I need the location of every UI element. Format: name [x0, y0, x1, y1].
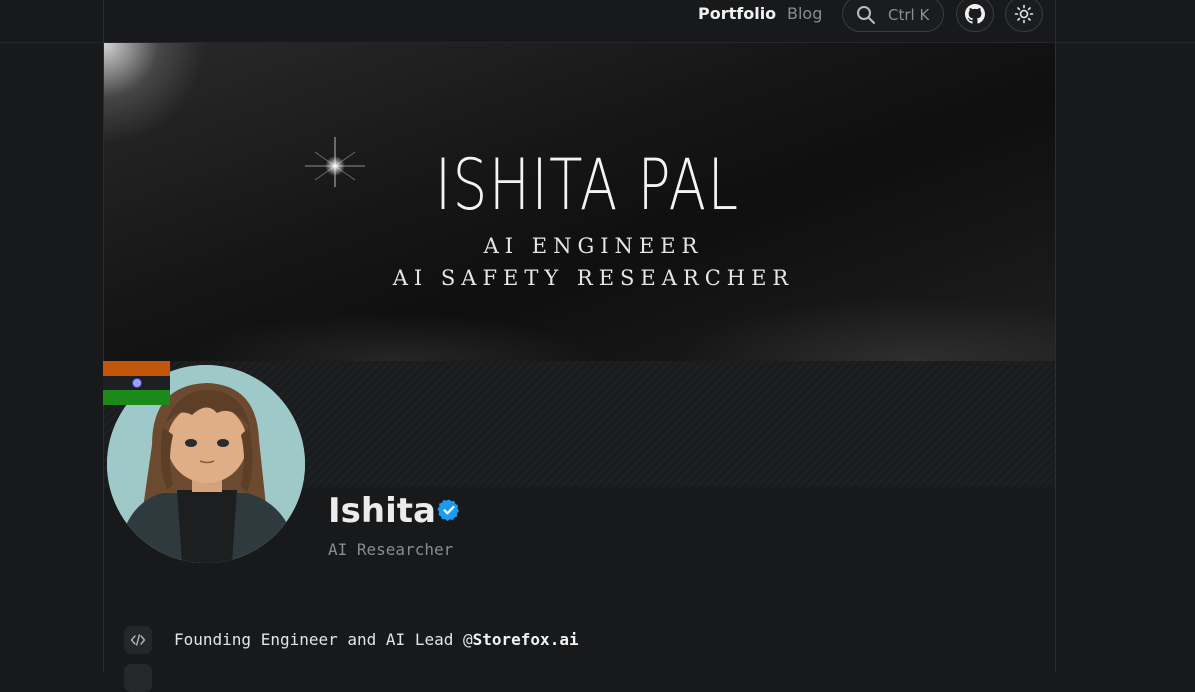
- profile-banner: ISHITA PAL AI ENGINEER AI SAFETY RESEARC…: [104, 43, 1055, 361]
- info-line-work: Founding Engineer and AI Lead @Storefox.…: [174, 630, 579, 650]
- search-icon: [857, 6, 875, 24]
- github-icon: [965, 4, 985, 24]
- theme-toggle-button[interactable]: [1005, 0, 1043, 32]
- chakra-icon: [132, 377, 142, 388]
- light-flare: [104, 43, 214, 153]
- github-button[interactable]: [956, 0, 994, 32]
- info-line-work-prefix: Founding Engineer and AI Lead @: [174, 630, 473, 649]
- banner-subtitle-1: AI ENGINEER: [483, 234, 704, 258]
- company-link[interactable]: Storefox.ai: [473, 630, 579, 649]
- banner-subtitle-2: AI SAFETY RESEARCHER: [392, 266, 795, 290]
- info-icon-box-2: [124, 664, 152, 692]
- info-icon-box: [124, 626, 152, 654]
- search-button[interactable]: Ctrl K: [842, 0, 944, 32]
- search-shortcut: Ctrl K: [888, 6, 930, 24]
- profile-name: Ishita: [328, 491, 436, 531]
- code-icon: [130, 634, 146, 646]
- india-flag-icon: [103, 361, 170, 405]
- sun-icon: [1014, 4, 1034, 24]
- nav-link-portfolio[interactable]: Portfolio: [698, 4, 776, 24]
- top-nav: Portfolio Blog Ctrl K: [0, 0, 1195, 42]
- page-frame-right: [1055, 0, 1056, 672]
- banner-title: ISHITA PAL: [435, 144, 740, 226]
- nav-link-blog[interactable]: Blog: [787, 4, 822, 24]
- profile-role: AI Researcher: [328, 540, 454, 559]
- verified-badge-icon: [437, 499, 459, 521]
